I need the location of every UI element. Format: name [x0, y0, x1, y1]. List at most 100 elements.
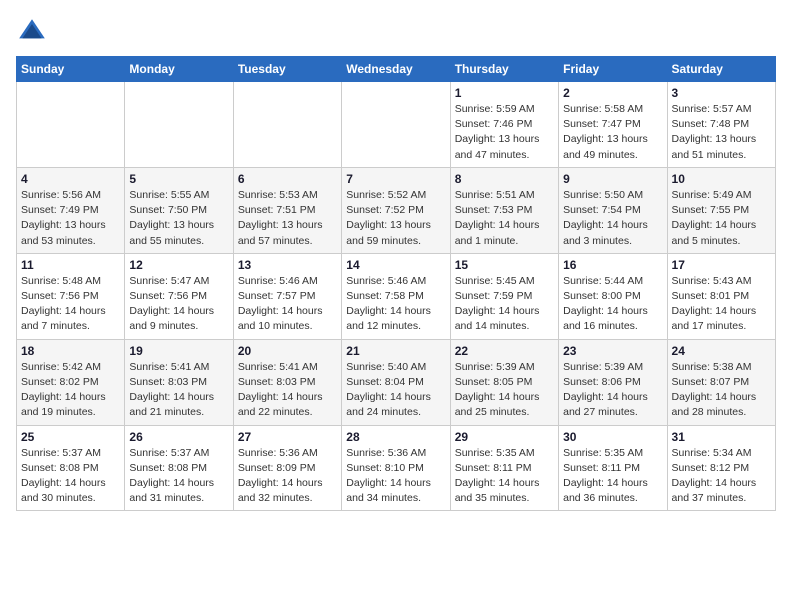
day-info: Sunrise: 5:56 AM Sunset: 7:49 PM Dayligh… [21, 188, 120, 249]
day-number: 9 [563, 172, 662, 186]
day-info: Sunrise: 5:43 AM Sunset: 8:01 PM Dayligh… [672, 274, 771, 335]
calendar-cell: 12 Sunrise: 5:47 AM Sunset: 7:56 PM Dayli… [125, 253, 233, 339]
calendar-header-row: SundayMondayTuesdayWednesdayThursdayFrid… [17, 57, 776, 82]
calendar-row: 1 Sunrise: 5:59 AM Sunset: 7:46 PM Daylig… [17, 82, 776, 168]
day-number: 27 [238, 430, 337, 444]
calendar-cell: 21 Sunrise: 5:40 AM Sunset: 8:04 PM Dayli… [342, 339, 450, 425]
day-info: Sunrise: 5:36 AM Sunset: 8:09 PM Dayligh… [238, 446, 337, 507]
weekday-header: Sunday [17, 57, 125, 82]
day-info: Sunrise: 5:42 AM Sunset: 8:02 PM Dayligh… [21, 360, 120, 421]
logo-icon [16, 16, 48, 48]
calendar-cell [17, 82, 125, 168]
calendar-cell: 24Sunrise: 5:38 AM Sunset: 8:07 PM Dayli… [667, 339, 775, 425]
calendar-cell [125, 82, 233, 168]
day-info: Sunrise: 5:35 AM Sunset: 8:11 PM Dayligh… [455, 446, 554, 507]
day-info: Sunrise: 5:59 AM Sunset: 7:46 PM Dayligh… [455, 102, 554, 163]
calendar-row: 18 Sunrise: 5:42 AM Sunset: 8:02 PM Dayli… [17, 339, 776, 425]
weekday-header: Thursday [450, 57, 558, 82]
day-info: Sunrise: 5:48 AM Sunset: 7:56 PM Dayligh… [21, 274, 120, 335]
page-header [16, 16, 776, 48]
day-number: 23 [563, 344, 662, 358]
day-info: Sunrise: 5:45 AM Sunset: 7:59 PM Dayligh… [455, 274, 554, 335]
day-info: Sunrise: 5:46 AM Sunset: 7:57 PM Dayligh… [238, 274, 337, 335]
weekday-header: Saturday [667, 57, 775, 82]
day-number: 15 [455, 258, 554, 272]
day-number: 10 [672, 172, 771, 186]
calendar-cell: 13 Sunrise: 5:46 AM Sunset: 7:57 PM Dayli… [233, 253, 341, 339]
day-number: 1 [455, 86, 554, 100]
calendar-cell: 8Sunrise: 5:51 AM Sunset: 7:53 PM Daylig… [450, 167, 558, 253]
day-number: 17 [672, 258, 771, 272]
day-number: 31 [672, 430, 771, 444]
calendar-cell: 28Sunrise: 5:36 AM Sunset: 8:10 PM Dayli… [342, 425, 450, 511]
day-info: Sunrise: 5:47 AM Sunset: 7:56 PM Dayligh… [129, 274, 228, 335]
day-number: 20 [238, 344, 337, 358]
day-number: 26 [129, 430, 228, 444]
day-number: 16 [563, 258, 662, 272]
calendar-cell: 20 Sunrise: 5:41 AM Sunset: 8:03 PM Dayli… [233, 339, 341, 425]
day-number: 12 [129, 258, 228, 272]
day-number: 11 [21, 258, 120, 272]
calendar-cell: 27 Sunrise: 5:36 AM Sunset: 8:09 PM Dayli… [233, 425, 341, 511]
day-number: 21 [346, 344, 445, 358]
day-info: Sunrise: 5:44 AM Sunset: 8:00 PM Dayligh… [563, 274, 662, 335]
day-info: Sunrise: 5:39 AM Sunset: 8:05 PM Dayligh… [455, 360, 554, 421]
day-info: Sunrise: 5:38 AM Sunset: 8:07 PM Dayligh… [672, 360, 771, 421]
weekday-header: Monday [125, 57, 233, 82]
day-info: Sunrise: 5:37 AM Sunset: 8:08 PM Dayligh… [129, 446, 228, 507]
calendar-row: 4 Sunrise: 5:56 AM Sunset: 7:49 PM Daylig… [17, 167, 776, 253]
day-number: 14 [346, 258, 445, 272]
day-number: 4 [21, 172, 120, 186]
calendar-row: 25 Sunrise: 5:37 AM Sunset: 8:08 PM Dayli… [17, 425, 776, 511]
day-number: 5 [129, 172, 228, 186]
day-info: Sunrise: 5:46 AM Sunset: 7:58 PM Dayligh… [346, 274, 445, 335]
calendar-cell: 7 Sunrise: 5:52 AM Sunset: 7:52 PM Daylig… [342, 167, 450, 253]
day-info: Sunrise: 5:37 AM Sunset: 8:08 PM Dayligh… [21, 446, 120, 507]
day-number: 7 [346, 172, 445, 186]
day-info: Sunrise: 5:57 AM Sunset: 7:48 PM Dayligh… [672, 102, 771, 163]
day-info: Sunrise: 5:40 AM Sunset: 8:04 PM Dayligh… [346, 360, 445, 421]
day-info: Sunrise: 5:41 AM Sunset: 8:03 PM Dayligh… [129, 360, 228, 421]
day-info: Sunrise: 5:35 AM Sunset: 8:11 PM Dayligh… [563, 446, 662, 507]
calendar-cell: 16 Sunrise: 5:44 AM Sunset: 8:00 PM Dayli… [559, 253, 667, 339]
weekday-header: Tuesday [233, 57, 341, 82]
calendar-cell: 9Sunrise: 5:50 AM Sunset: 7:54 PM Daylig… [559, 167, 667, 253]
weekday-header: Wednesday [342, 57, 450, 82]
day-info: Sunrise: 5:49 AM Sunset: 7:55 PM Dayligh… [672, 188, 771, 249]
day-number: 25 [21, 430, 120, 444]
day-info: Sunrise: 5:52 AM Sunset: 7:52 PM Dayligh… [346, 188, 445, 249]
day-info: Sunrise: 5:41 AM Sunset: 8:03 PM Dayligh… [238, 360, 337, 421]
calendar-table: SundayMondayTuesdayWednesdayThursdayFrid… [16, 56, 776, 511]
day-number: 8 [455, 172, 554, 186]
logo [16, 16, 52, 48]
day-number: 19 [129, 344, 228, 358]
day-number: 6 [238, 172, 337, 186]
day-number: 28 [346, 430, 445, 444]
calendar-row: 11 Sunrise: 5:48 AM Sunset: 7:56 PM Dayli… [17, 253, 776, 339]
calendar-cell: 19 Sunrise: 5:41 AM Sunset: 8:03 PM Dayli… [125, 339, 233, 425]
day-info: Sunrise: 5:55 AM Sunset: 7:50 PM Dayligh… [129, 188, 228, 249]
calendar-cell: 11 Sunrise: 5:48 AM Sunset: 7:56 PM Dayli… [17, 253, 125, 339]
day-number: 29 [455, 430, 554, 444]
calendar-cell [342, 82, 450, 168]
day-number: 13 [238, 258, 337, 272]
calendar-cell: 2Sunrise: 5:58 AM Sunset: 7:47 PM Daylig… [559, 82, 667, 168]
day-number: 18 [21, 344, 120, 358]
weekday-header: Friday [559, 57, 667, 82]
calendar-cell: 26 Sunrise: 5:37 AM Sunset: 8:08 PM Dayli… [125, 425, 233, 511]
calendar-cell: 23Sunrise: 5:39 AM Sunset: 8:06 PM Dayli… [559, 339, 667, 425]
calendar-cell: 18 Sunrise: 5:42 AM Sunset: 8:02 PM Dayli… [17, 339, 125, 425]
day-number: 3 [672, 86, 771, 100]
calendar-cell: 31 Sunrise: 5:34 AM Sunset: 8:12 PM Dayli… [667, 425, 775, 511]
calendar-cell: 3 Sunrise: 5:57 AM Sunset: 7:48 PM Daylig… [667, 82, 775, 168]
calendar-cell: 25 Sunrise: 5:37 AM Sunset: 8:08 PM Dayli… [17, 425, 125, 511]
day-number: 22 [455, 344, 554, 358]
day-info: Sunrise: 5:34 AM Sunset: 8:12 PM Dayligh… [672, 446, 771, 507]
calendar-cell: 5 Sunrise: 5:55 AM Sunset: 7:50 PM Daylig… [125, 167, 233, 253]
day-number: 30 [563, 430, 662, 444]
calendar-cell [233, 82, 341, 168]
day-number: 2 [563, 86, 662, 100]
calendar-cell: 17 Sunrise: 5:43 AM Sunset: 8:01 PM Dayli… [667, 253, 775, 339]
calendar-cell: 22 Sunrise: 5:39 AM Sunset: 8:05 PM Dayli… [450, 339, 558, 425]
calendar-cell: 29 Sunrise: 5:35 AM Sunset: 8:11 PM Dayli… [450, 425, 558, 511]
